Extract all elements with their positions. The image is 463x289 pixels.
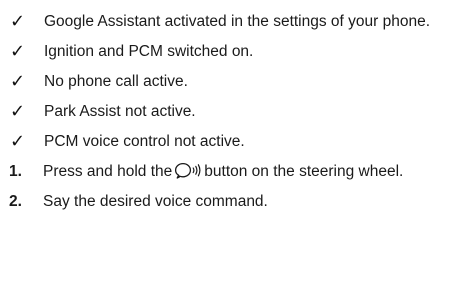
step-text-after: button on the steering wheel.: [204, 163, 404, 180]
prerequisite-list: ✓ Google Assistant activated in the sett…: [8, 11, 455, 152]
prerequisite-item: ✓ PCM voice control not active.: [8, 131, 455, 152]
prerequisite-text: PCM voice control not active.: [44, 133, 245, 150]
prerequisite-item: ✓ Park Assist not active.: [8, 101, 455, 122]
step-list: 1. Press and hold the button on the stee…: [8, 161, 455, 212]
checkmark-icon: ✓: [10, 71, 26, 92]
prerequisite-text: No phone call active.: [44, 73, 188, 90]
prerequisite-text: Ignition and PCM switched on.: [44, 43, 254, 60]
prerequisite-item: ✓ Google Assistant activated in the sett…: [8, 11, 455, 32]
step-item: 2. Say the desired voice command.: [8, 191, 455, 212]
prerequisite-text: Park Assist not active.: [44, 103, 196, 120]
prerequisite-text: Google Assistant activated in the settin…: [44, 13, 431, 30]
checkmark-icon: ✓: [10, 11, 26, 32]
checkmark-icon: ✓: [10, 131, 26, 152]
checkmark-icon: ✓: [10, 41, 26, 62]
step-number: 2.: [9, 193, 22, 210]
instruction-document: ✓ Google Assistant activated in the sett…: [0, 0, 463, 289]
step-text: Say the desired voice command.: [43, 193, 268, 210]
step-text: Press and hold the button on the steerin…: [43, 161, 455, 182]
prerequisite-item: ✓ Ignition and PCM switched on.: [8, 41, 455, 62]
step-number: 1.: [9, 163, 22, 180]
prerequisite-item: ✓ No phone call active.: [8, 71, 455, 92]
voice-control-icon: [175, 162, 201, 179]
step-text-before: Press and hold the: [43, 163, 173, 180]
step-item: 1. Press and hold the button on the stee…: [8, 161, 455, 182]
checkmark-icon: ✓: [10, 101, 26, 122]
